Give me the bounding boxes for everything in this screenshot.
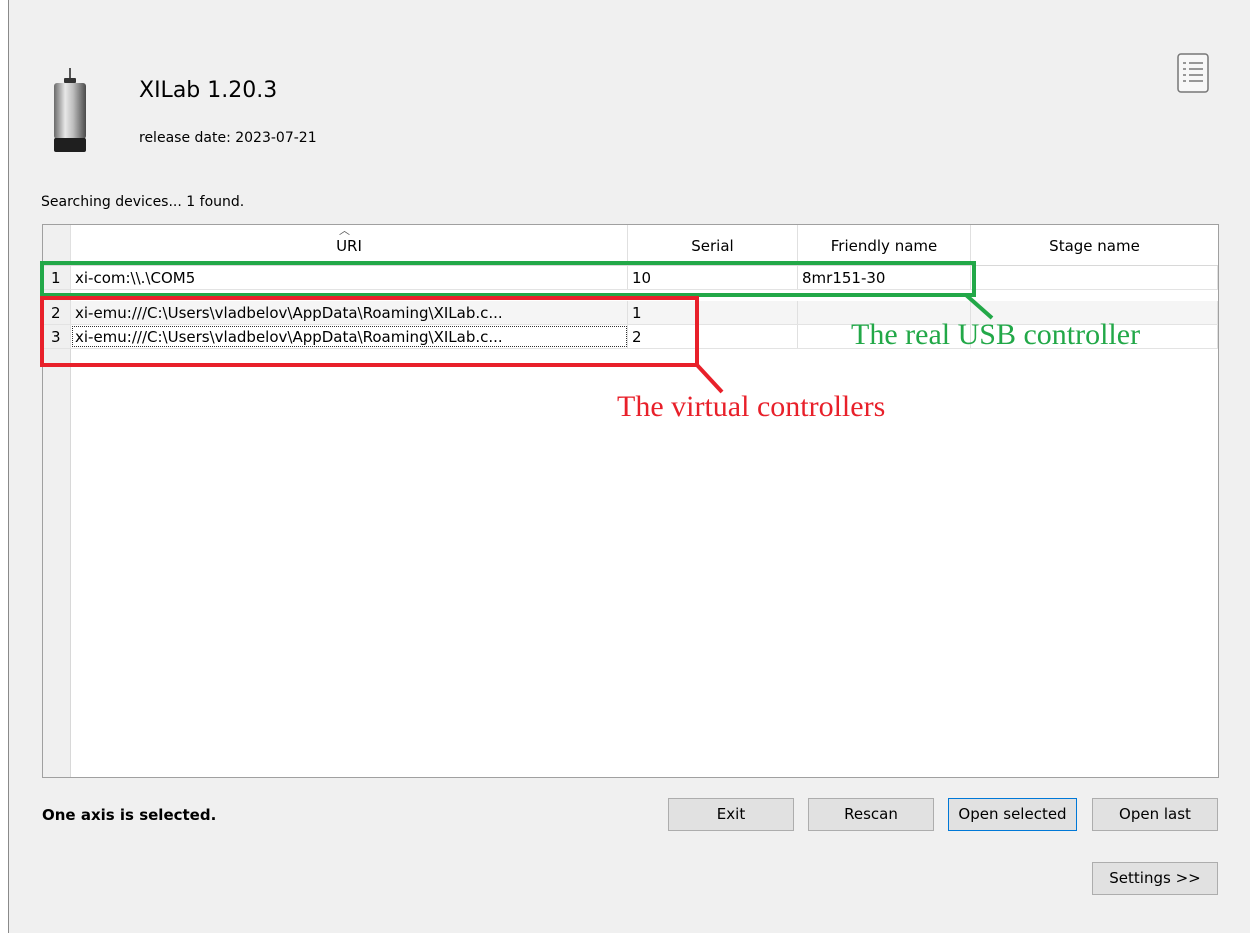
settings-button[interactable]: Settings >> — [1092, 862, 1218, 895]
rescan-button[interactable]: Rescan — [808, 798, 934, 831]
real-controller-highlight — [40, 261, 976, 297]
annotation-overlay — [40, 261, 994, 394]
real-controller-annotation: The real USB controller — [851, 318, 1141, 351]
open-last-button[interactable]: Open last — [1092, 798, 1218, 831]
virtual-controllers-pointer — [695, 363, 724, 394]
virtual-controllers-highlight — [40, 296, 699, 367]
selection-status: One axis is selected. — [42, 806, 217, 824]
exit-button[interactable]: Exit — [668, 798, 794, 831]
real-controller-pointer — [964, 293, 994, 320]
virtual-controllers-annotation: The virtual controllers — [617, 390, 886, 423]
open-selected-button[interactable]: Open selected — [948, 798, 1077, 831]
